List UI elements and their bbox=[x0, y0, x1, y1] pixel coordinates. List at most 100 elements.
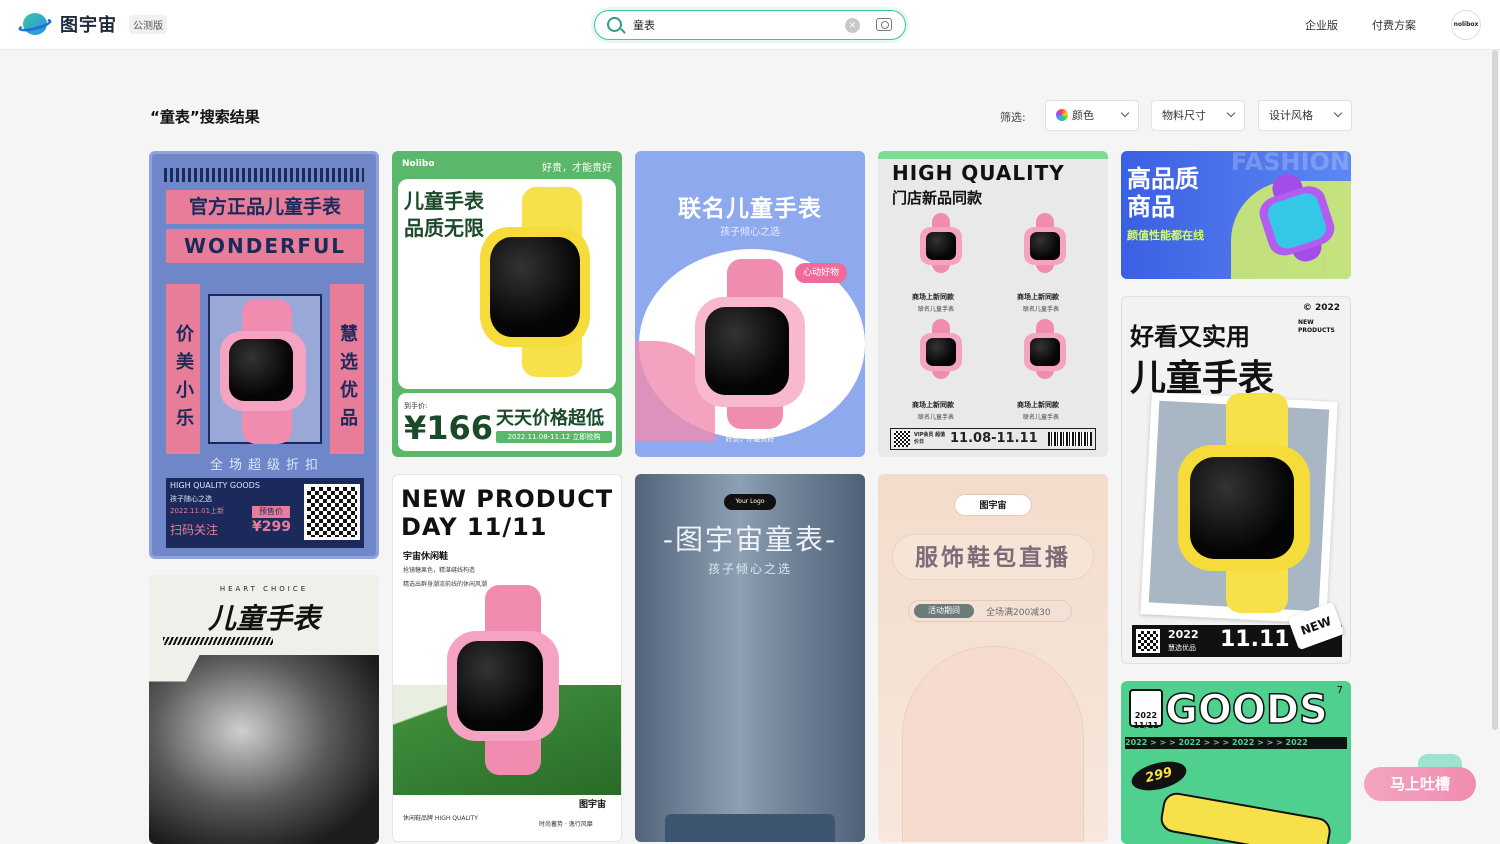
footer-text: 休闲鞋品牌 HIGH QUALITY bbox=[403, 815, 478, 822]
item-sub: 联名儿童手表 bbox=[1023, 414, 1060, 421]
search-input[interactable] bbox=[633, 15, 823, 35]
card-heading: 官方正品儿童手表 bbox=[166, 190, 364, 224]
hq-text: HIGH QUALITY GOODS bbox=[170, 481, 260, 490]
size-filter-label: 物料尺寸 bbox=[1162, 109, 1206, 122]
date-text: 11.08-11.11 bbox=[950, 431, 1038, 446]
card-subheading: 孩子倾心之选 bbox=[707, 562, 792, 576]
qr-code-icon bbox=[304, 484, 360, 540]
kids-watch-image bbox=[472, 187, 612, 377]
style-filter-dropdown[interactable]: 设计风格 bbox=[1258, 100, 1352, 131]
color-filter-dropdown[interactable]: 颜色 bbox=[1045, 100, 1139, 131]
camera-search-icon[interactable] bbox=[876, 18, 892, 31]
card-heading: GOODS bbox=[1164, 686, 1328, 734]
card-heading: NEW PRODUCT bbox=[401, 485, 614, 513]
logo-placeholder: Your Logo bbox=[724, 494, 776, 510]
mountain-image bbox=[149, 655, 379, 844]
follow-text: 扫码关注 bbox=[170, 523, 219, 537]
brand-label: Nolibo bbox=[402, 159, 435, 169]
qr-code-icon bbox=[894, 431, 910, 447]
template-card[interactable]: © 2022 NEW PRODUCTS 好看又实用 儿童手表 2022 慧选优品… bbox=[1121, 296, 1351, 664]
card-subheading: 门店新品同款 bbox=[892, 189, 983, 207]
product-desc: 抢镜糖果色，精湛缝线构造 bbox=[403, 567, 476, 574]
presale-badge: 预售价 bbox=[252, 506, 290, 518]
enterprise-link[interactable]: 企业版 bbox=[1305, 17, 1338, 33]
side-text-left: 价美小乐 bbox=[166, 284, 200, 454]
brand-label: 图宇宙 bbox=[954, 494, 1032, 516]
chevron-down-icon bbox=[1120, 108, 1130, 118]
template-card[interactable]: Your Logo -图宇宙童表- 孩子倾心之选 bbox=[635, 474, 865, 842]
results-title: “童表”搜索结果 bbox=[150, 108, 260, 126]
promo-text: 天天价格超低 bbox=[496, 408, 604, 429]
template-card[interactable]: FASHION 高品质 商品 颜值性能都在线 bbox=[1121, 151, 1351, 279]
price-text: ¥299 bbox=[252, 519, 291, 535]
size-filter-dropdown[interactable]: 物料尺寸 bbox=[1151, 100, 1245, 131]
promo-badge: 心动好物 bbox=[795, 263, 847, 283]
card-heading: -图宇宙童表- bbox=[662, 523, 838, 556]
brand-name: 图宇宙 bbox=[60, 15, 117, 36]
date-badge: 2022.11.08-11.12 立即抢购 bbox=[496, 431, 612, 443]
card-subheading: 孩子倾心之选 bbox=[720, 227, 780, 238]
card-subheading: 商品 bbox=[1127, 193, 1175, 221]
brand-logo[interactable]: 图宇宙 公测版 bbox=[17, 11, 167, 37]
item-label: 商场上新同款 bbox=[912, 293, 954, 301]
promo-text: 全场超级折扣 bbox=[209, 458, 324, 473]
kids-watch-image bbox=[439, 585, 579, 775]
card-heading: HIGH QUALITY bbox=[892, 161, 1065, 185]
card-heading: 服饰鞋包直播 bbox=[892, 534, 1094, 580]
card-heading: 联名儿童手表 bbox=[678, 196, 822, 222]
page-count: 7 bbox=[1336, 685, 1343, 696]
item-label: 商场上新同款 bbox=[1017, 401, 1059, 409]
item-sub: 联名儿童手表 bbox=[1023, 306, 1060, 313]
item-sub: 联名儿童手表 bbox=[918, 306, 955, 313]
kids-watch-image bbox=[212, 299, 322, 444]
date-text: 2022.11.01上新 bbox=[170, 507, 225, 515]
sub-text: 孩子随心之选 bbox=[170, 495, 212, 503]
year-text: © 2022 bbox=[1302, 303, 1340, 313]
kids-watch-image bbox=[1020, 319, 1070, 379]
footer-year: 2022 bbox=[1168, 628, 1199, 641]
side-text-right: 慧选优品 bbox=[330, 284, 364, 454]
template-card[interactable]: NEW PRODUCT DAY 11/11 宇宙休闲鞋 抢镜糖果色，精湛缝线构造… bbox=[392, 474, 622, 842]
user-avatar[interactable]: nolibox bbox=[1451, 10, 1481, 40]
filter-label: 筛选: bbox=[1000, 111, 1026, 124]
barcode-icon bbox=[1048, 432, 1092, 446]
search-bar: × bbox=[594, 10, 906, 40]
kids-watch-image bbox=[916, 319, 966, 379]
planet-logo-icon bbox=[17, 11, 53, 37]
kids-watch-image bbox=[916, 213, 966, 273]
style-filter-label: 设计风格 bbox=[1269, 109, 1313, 122]
page-scrollbar[interactable] bbox=[1492, 50, 1498, 840]
calendar-year: 2022 bbox=[1134, 711, 1158, 720]
template-card[interactable]: 图宇宙 服饰鞋包直播 活动期间 全场满200减30 bbox=[878, 474, 1108, 842]
offer-text: 全场满200减30 bbox=[986, 608, 1051, 618]
footer-text: 好贵，才能贵好 bbox=[725, 435, 775, 443]
template-card[interactable]: Nolibo 好贵，才能贵好 儿童手表 品质无限 到手价: ¥166 天天价格超… bbox=[392, 151, 622, 457]
kids-watch-image bbox=[687, 259, 817, 429]
item-sub: 联名儿童手表 bbox=[918, 414, 955, 421]
template-card[interactable]: HEART CHOICE 儿童手表 bbox=[149, 575, 379, 844]
date-text: 11.11 bbox=[1220, 627, 1290, 652]
search-icon[interactable] bbox=[607, 17, 622, 32]
card-heading: 儿童手表 bbox=[207, 602, 320, 635]
kicker-text: HEART CHOICE bbox=[219, 585, 309, 593]
card-subheading: WONDERFUL bbox=[166, 229, 364, 263]
kids-watch-image bbox=[1170, 393, 1330, 613]
pricing-link[interactable]: 付费方案 bbox=[1372, 17, 1416, 33]
template-card[interactable]: HIGH QUALITY 门店新品同款 商场上新同款 联名儿童手表 商场上新同款… bbox=[878, 151, 1108, 457]
kids-watch-image bbox=[1020, 213, 1070, 273]
scrollbar-thumb[interactable] bbox=[1492, 50, 1498, 730]
qr-code-icon bbox=[1136, 629, 1160, 653]
template-card[interactable]: 官方正品儿童手表 WONDERFUL 价美小乐 慧选优品 全场超级折扣 HIGH… bbox=[149, 151, 379, 559]
template-card[interactable]: 2022 11/11 7 GOODS 2022 > > > 2022 > > >… bbox=[1121, 681, 1351, 844]
template-card[interactable]: 联名儿童手表 孩子倾心之选 心动好物 好贵，才能贵好 bbox=[635, 151, 865, 457]
chevron-down-icon bbox=[1333, 108, 1343, 118]
item-label: 商场上新同款 bbox=[912, 401, 954, 409]
feedback-button[interactable]: 马上吐槽 bbox=[1364, 767, 1476, 801]
promo-tag: 活动期间 bbox=[914, 604, 974, 618]
card-subheading: DAY 11/11 bbox=[401, 513, 548, 541]
calendar-date: 11/11 bbox=[1133, 721, 1159, 730]
ticker-strip: 2022 > > > 2022 > > > 2022 > > > 2022 bbox=[1125, 737, 1347, 749]
beta-badge: 公测版 bbox=[129, 14, 167, 34]
clear-search-icon[interactable]: × bbox=[845, 18, 860, 33]
color-filter-label: 颜色 bbox=[1072, 109, 1094, 122]
